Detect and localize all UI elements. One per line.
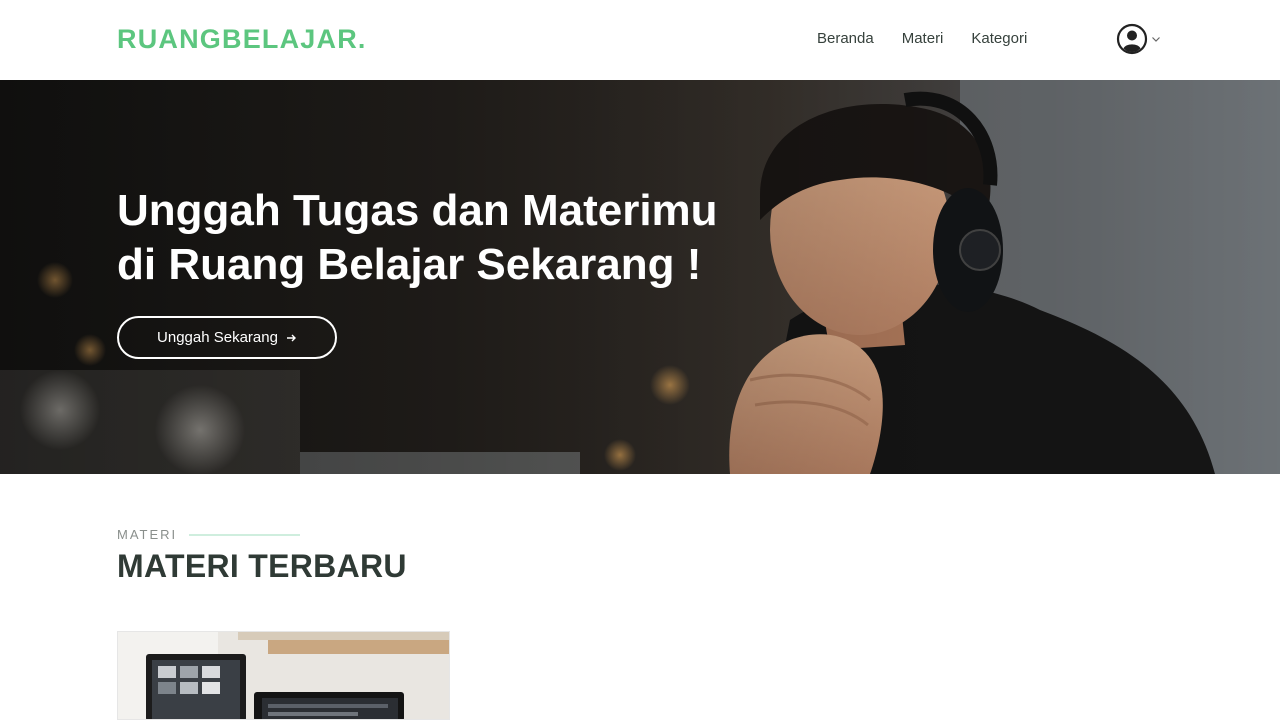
navbar: RUANGBELAJAR. Beranda Materi Kategori <box>0 0 1280 80</box>
upload-now-button[interactable]: Unggah Sekarang <box>117 316 337 359</box>
section-eyebrow-text: MATERI <box>117 527 178 542</box>
arrow-right-icon <box>286 334 296 341</box>
chevron-down-icon <box>1152 37 1160 42</box>
section-eyebrow: MATERI <box>117 527 301 542</box>
user-circle-icon <box>1116 23 1148 55</box>
main-nav: Beranda Materi Kategori <box>817 30 1027 47</box>
material-card[interactable] <box>117 631 450 720</box>
hero-banner: Unggah Tugas dan Materimu di Ruang Belaj… <box>0 80 1280 474</box>
section-title: MATERI TERBARU <box>117 548 407 584</box>
hero-title-line-1: Unggah Tugas dan Materimu <box>117 186 718 235</box>
hero-title-line-2: di Ruang Belajar Sekarang ! <box>117 240 702 289</box>
hero-title: Unggah Tugas dan Materimu di Ruang Belaj… <box>117 184 718 292</box>
brand-logo[interactable]: RUANGBELAJAR. <box>117 24 367 55</box>
nav-link-kategori[interactable]: Kategori <box>971 30 1027 47</box>
desk-computer-monitors-photo <box>118 632 449 719</box>
upload-now-label: Unggah Sekarang <box>157 329 278 346</box>
nav-link-materi[interactable]: Materi <box>902 30 944 47</box>
user-menu-toggle[interactable] <box>1116 23 1161 55</box>
nav-link-beranda[interactable]: Beranda <box>817 30 874 47</box>
eyebrow-divider <box>189 533 301 536</box>
